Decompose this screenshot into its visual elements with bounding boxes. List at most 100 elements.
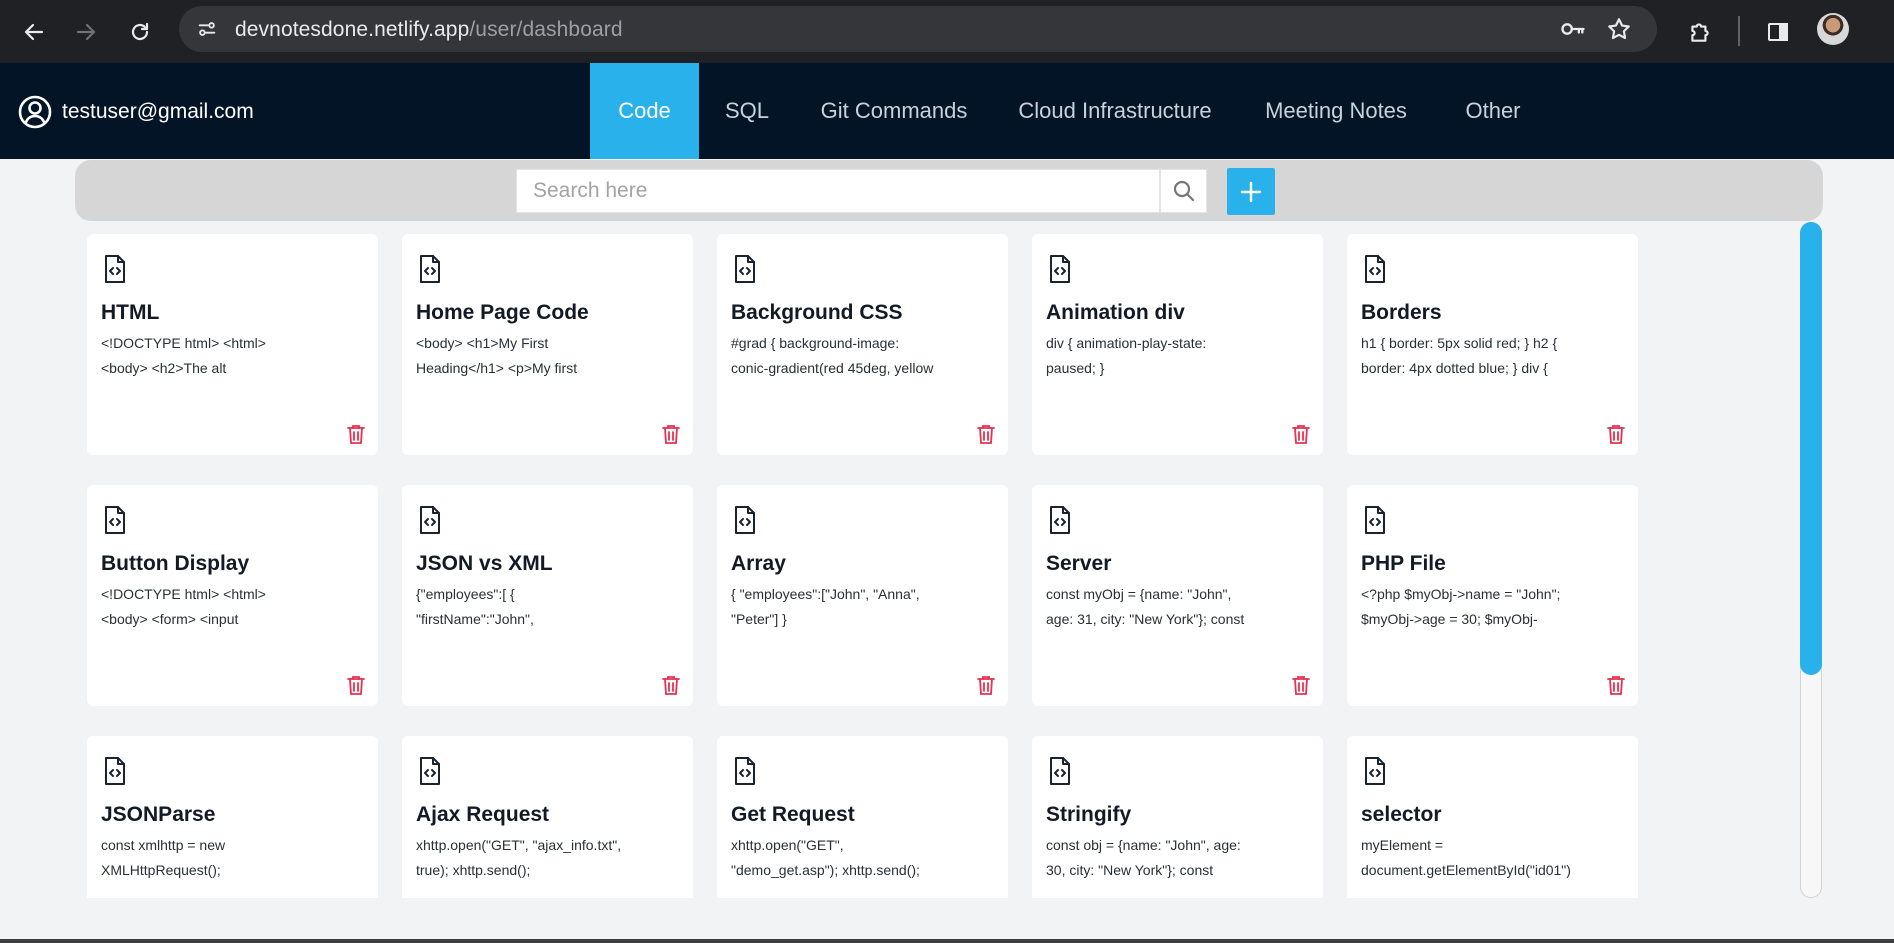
note-snippet-line: #grad { background-image: <box>731 335 900 351</box>
note-title: Background CSS <box>731 301 903 324</box>
note-title: Home Page Code <box>416 301 589 324</box>
code-file-icon <box>1363 505 1387 535</box>
tab-code[interactable]: Code <box>590 63 699 159</box>
profile-avatar[interactable] <box>1817 13 1849 45</box>
note-title: Stringify <box>1046 803 1132 826</box>
note-snippet-line: <body> <h1>My First <box>416 335 549 351</box>
trash-icon[interactable] <box>347 424 365 444</box>
toolbar-divider <box>1738 16 1740 46</box>
back-icon[interactable] <box>14 12 54 52</box>
note-snippet-line: {"employees":[ { <box>416 586 515 602</box>
note-card[interactable]: Array { "employees":["John", "Anna", "Pete… <box>717 485 1008 706</box>
note-card[interactable]: selector myElement = document.getElementBy… <box>1347 736 1638 898</box>
note-card[interactable]: Button Display <!DOCTYPE html> <html> <bod… <box>87 485 378 706</box>
note-card[interactable]: HTML <!DOCTYPE html> <html> <body> <h2>The… <box>87 234 378 455</box>
note-snippet: myElement = document.getElementById("id01… <box>1361 833 1571 883</box>
tab-cloud-infrastructure[interactable]: Cloud Infrastructure <box>1013 63 1217 159</box>
code-file-icon <box>733 505 757 535</box>
note-snippet-line: border: 4px dotted blue; } div { <box>1361 360 1548 376</box>
note-snippet-line: <body> <h2>The alt <box>101 360 227 376</box>
trash-icon[interactable] <box>1292 675 1310 695</box>
note-snippet: xhttp.open("GET", "demo_get.asp"); xhttp.… <box>731 833 931 883</box>
note-snippet-line: { "employees":["John", "Anna", <box>731 586 920 602</box>
address-bar[interactable]: devnotesdone.netlify.app/user/dashboard <box>179 6 1657 52</box>
add-note-button[interactable] <box>1227 168 1275 215</box>
window-bottom-edge <box>0 939 1894 943</box>
note-snippet-line: "demo_get.asp"); xhttp.send(); <box>731 862 920 878</box>
tab-meeting-notes[interactable]: Meeting Notes <box>1254 63 1418 159</box>
note-card[interactable]: Get Request xhttp.open("GET", "demo_get.as… <box>717 736 1008 898</box>
note-card[interactable]: Animation div div { animation-play-state:… <box>1032 234 1323 455</box>
trash-icon[interactable] <box>347 675 365 695</box>
code-file-icon <box>103 254 127 284</box>
trash-icon[interactable] <box>1607 424 1625 444</box>
note-snippet-line: 30, city: "New York"}; const <box>1046 862 1214 878</box>
code-file-icon <box>418 254 442 284</box>
note-card[interactable]: Stringify const obj = {name: "John", age:… <box>1032 736 1323 898</box>
note-card[interactable]: Ajax Request xhttp.open("GET", "ajax_info… <box>402 736 693 898</box>
note-card[interactable]: Background CSS #grad { background-image: c… <box>717 234 1008 455</box>
note-title: Ajax Request <box>416 803 550 826</box>
code-file-icon <box>103 756 127 786</box>
note-snippet: const xmlhttp = new XMLHttpRequest(); <box>101 833 301 883</box>
note-snippet-line: div { animation-play-state: <box>1046 335 1207 351</box>
note-snippet-line: $myObj->age = 30; $myObj- <box>1361 611 1538 627</box>
trash-icon[interactable] <box>1292 424 1310 444</box>
side-panel-icon[interactable] <box>1758 12 1798 52</box>
note-card[interactable]: Server const myObj = {name: "John", age: 3… <box>1032 485 1323 706</box>
note-snippet-line: xhttp.open("GET", <box>731 837 844 853</box>
note-snippet-line: XMLHttpRequest(); <box>101 862 221 878</box>
note-card[interactable]: Borders h1 { border: 5px solid red; } h2 … <box>1347 234 1638 455</box>
note-title: Animation div <box>1046 301 1185 324</box>
code-file-icon <box>418 756 442 786</box>
code-file-icon <box>1363 254 1387 284</box>
note-snippet-line: h1 { border: 5px solid red; } h2 { <box>1361 335 1558 351</box>
password-key-icon[interactable] <box>1557 13 1589 45</box>
note-snippet-line: "firstName":"John", <box>416 611 534 627</box>
trash-icon[interactable] <box>662 424 680 444</box>
url-host: devnotesdone.netlify.app <box>235 18 470 41</box>
bookmark-star-icon[interactable] <box>1603 13 1635 45</box>
note-title: HTML <box>101 301 160 324</box>
trash-icon[interactable] <box>977 424 995 444</box>
note-card[interactable]: JSONParse const xmlhttp = new XMLHttpReque… <box>87 736 378 898</box>
note-snippet-line: age: 31, city: "New York"}; const <box>1046 611 1245 627</box>
search-bar <box>75 160 1823 221</box>
trash-icon[interactable] <box>977 675 995 695</box>
plus-icon <box>1240 181 1262 202</box>
note-snippet: div { animation-play-state: paused; } <box>1046 331 1246 381</box>
code-file-icon <box>418 505 442 535</box>
note-title: JSON vs XML <box>416 552 553 575</box>
note-title: JSONParse <box>101 803 216 826</box>
trash-icon[interactable] <box>1607 675 1625 695</box>
scrollbar-thumb[interactable] <box>1800 222 1822 675</box>
extensions-puzzle-icon[interactable] <box>1680 12 1720 52</box>
note-snippet-line: <body> <form> <input <box>101 611 239 627</box>
user-info: testuser@gmail.com <box>18 95 254 129</box>
browser-toolbar: devnotesdone.netlify.app/user/dashboard <box>0 0 1894 63</box>
note-snippet-line: true); xhttp.send(); <box>416 862 531 878</box>
user-circle-icon <box>18 95 52 129</box>
notes-grid: HTML <!DOCTYPE html> <html> <body> <h2>The… <box>0 222 1790 898</box>
url-text: devnotesdone.netlify.app/user/dashboard <box>235 18 623 42</box>
note-card[interactable]: PHP File <?php $myObj->name = "John"; $myO… <box>1347 485 1638 706</box>
forward-icon[interactable] <box>66 12 106 52</box>
user-email: testuser@gmail.com <box>62 100 254 123</box>
app-header: testuser@gmail.com Code SQL Git Commands… <box>0 63 1894 159</box>
note-snippet: const obj = {name: "John", age: 30, city:… <box>1046 833 1246 883</box>
note-card[interactable]: Home Page Code <body> <h1>My First Heading… <box>402 234 693 455</box>
site-settings-icon[interactable] <box>191 13 223 45</box>
note-title: Borders <box>1361 301 1442 324</box>
note-card[interactable]: JSON vs XML {"employees":[ { "firstName":"… <box>402 485 693 706</box>
search-button[interactable] <box>1160 169 1207 213</box>
trash-icon[interactable] <box>662 675 680 695</box>
note-snippet-line: Heading</h1> <p>My first <box>416 360 578 376</box>
note-snippet-line: <?php $myObj->name = "John"; <box>1361 586 1561 602</box>
search-input[interactable] <box>516 169 1160 213</box>
note-snippet-line: conic-gradient(red 45deg, yellow <box>731 360 934 376</box>
search-icon <box>1173 180 1194 202</box>
tab-other[interactable]: Other <box>1451 63 1535 159</box>
tab-git-commands[interactable]: Git Commands <box>811 63 977 159</box>
tab-sql[interactable]: SQL <box>707 63 787 159</box>
reload-icon[interactable] <box>120 12 160 52</box>
